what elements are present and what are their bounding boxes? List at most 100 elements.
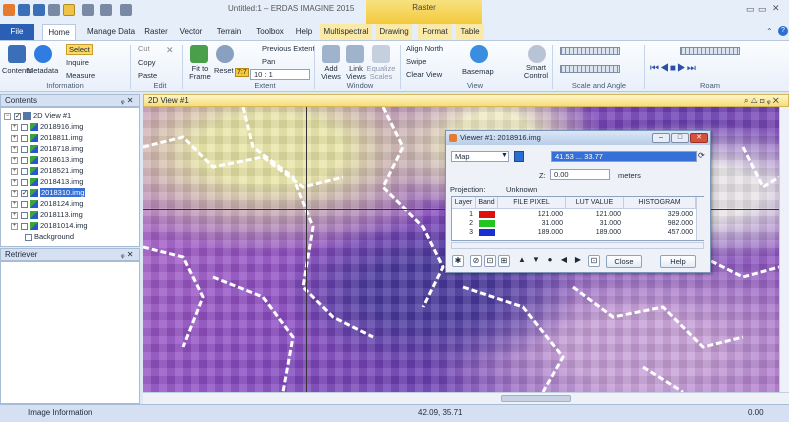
paste-button[interactable]: Paste [138,71,157,80]
tab-terrain[interactable]: Terrain [210,24,248,40]
contents-icon[interactable] [8,45,26,63]
save-icon[interactable] [33,4,45,16]
smart-control-icon[interactable] [528,45,546,63]
move-up-icon[interactable]: ▲ [516,255,528,267]
tab-format[interactable]: Format [418,24,452,40]
lock-icon[interactable]: ⊡ [484,255,496,267]
smart-control-button[interactable]: Smart Control [522,64,550,80]
cut-button[interactable]: Cut [138,44,150,53]
tab-table[interactable]: Table [456,24,484,40]
tab-file[interactable]: File [0,24,34,40]
inquire-button[interactable]: Inquire [66,58,89,67]
basemap-icon[interactable] [470,45,488,63]
expand-icon[interactable]: + [11,145,18,153]
metadata-button[interactable]: Metadata [27,66,58,75]
swipe-button[interactable]: Swipe [406,57,426,66]
angle-slider[interactable] [560,65,620,73]
layer-checkbox[interactable] [21,189,28,197]
refresh-icon[interactable]: ⟳ [698,151,705,160]
collapse-ribbon-icon[interactable]: ⌃ [766,27,773,36]
add-views-button[interactable]: Add Views [318,65,344,81]
edit-icon[interactable] [120,4,132,16]
link-views-icon[interactable] [346,45,364,63]
tab-raster[interactable]: Raster [140,24,172,40]
previous-extent-button[interactable]: Previous Extent [262,44,315,53]
expand-icon[interactable]: + [11,200,18,208]
fit-to-frame-button[interactable]: Fit to Frame [186,65,214,81]
expand-icon[interactable]: + [11,167,18,175]
layer-checkbox[interactable] [21,167,28,175]
add-views-icon[interactable] [322,45,340,63]
close-button[interactable]: Close [606,255,642,268]
dialog-close-icon[interactable]: ✕ [690,133,708,143]
dialog-minimize-icon[interactable]: – [652,133,670,143]
layer-checkbox[interactable] [21,145,28,153]
scroll-thumb[interactable] [501,395,571,402]
view-tab-title[interactable]: 2D View #1 [148,96,189,105]
fit-to-frame-icon[interactable] [190,45,208,63]
layer-checkbox[interactable] [21,156,28,164]
expand-icon[interactable]: + [11,189,18,197]
help-button[interactable]: Help [660,255,696,268]
tree-layer-1[interactable]: +2018811.img [11,132,83,143]
zoom-out-icon[interactable] [100,4,112,16]
restore-icon[interactable]: ▭ [758,4,767,15]
scale-field[interactable]: 10 : 1 [250,69,310,80]
tree-layer-9[interactable]: +20181014.img [11,220,88,231]
minimize-icon[interactable]: ▭ [746,4,755,15]
help-icon[interactable]: ? [778,26,788,36]
expand-icon[interactable]: + [11,222,18,230]
select-tool-icon[interactable] [63,4,75,16]
expand-icon[interactable]: + [11,123,18,131]
layer-checkbox[interactable] [21,222,28,230]
pane-pin-icon[interactable]: ᵩ ✕ [121,249,133,260]
equalize-scales-button[interactable]: Equalize Scales [366,65,396,81]
select-button[interactable]: Select [66,44,93,55]
tree-layer-8[interactable]: +2018113.img [11,209,83,220]
tab-manage-data[interactable]: Manage Data [84,24,138,40]
zoom-icon[interactable] [82,4,94,16]
table-hscrollbar[interactable] [451,242,704,249]
z-field[interactable]: 0.00 [550,169,610,180]
tree-layer-7[interactable]: +2018124.img [11,198,83,209]
tree-layer-4[interactable]: +2018521.img [11,165,83,176]
pin-location-icon[interactable]: ⊡ [588,255,600,267]
layer-checkbox[interactable] [21,200,28,208]
view-tab-controls[interactable]: ⌕ △ ⊡ ᵩ ✕ [744,95,779,106]
tab-help[interactable]: Help [290,24,318,40]
measure-button[interactable]: Measure [66,71,95,80]
move-left-icon[interactable]: ◀ [558,255,570,267]
layer-checkbox[interactable] [21,123,28,131]
table-scrollbar[interactable] [696,197,704,240]
pan-button[interactable]: Pan [262,57,275,66]
delete-icon[interactable]: ✕ [166,45,174,56]
vertical-scrollbar[interactable] [779,107,789,392]
dialog-maximize-icon[interactable]: □ [671,133,689,143]
undo-icon[interactable] [48,4,60,16]
reset-icon[interactable] [216,45,234,63]
pane-pin-icon[interactable]: ᵩ ✕ [121,95,133,106]
tree-root[interactable]: −2D View #1 [4,110,71,121]
reset-button[interactable]: Reset [214,66,234,75]
copy-button[interactable]: Copy [138,58,156,67]
inquire-cursor-icon[interactable]: ✱ [452,255,464,267]
link-icon[interactable]: ⊘ [470,255,482,267]
expand-icon[interactable]: + [11,134,18,142]
tab-vector[interactable]: Vector [174,24,208,40]
close-icon[interactable]: ✕ [772,3,780,14]
chevron-down-icon[interactable]: ▼ [501,152,508,159]
tree-background[interactable]: Background [25,231,74,242]
tab-drawing[interactable]: Drawing [376,24,412,40]
tree-layer-2[interactable]: +2018718.img [11,143,83,154]
move-right-icon[interactable]: ▶ [572,255,584,267]
horizontal-scrollbar[interactable] [143,392,789,404]
align-north-button[interactable]: Align North [406,44,443,53]
clear-view-button[interactable]: Clear View [406,70,442,79]
expand-icon[interactable]: + [11,211,18,219]
layer-checkbox[interactable] [21,178,28,186]
roam-controls[interactable]: ⏮◀■▶⏭ [650,63,697,74]
equalize-scales-icon[interactable] [372,45,390,63]
tree-layer-6[interactable]: +2018310.img [11,187,86,198]
center-icon[interactable]: ● [544,255,556,267]
coordinate-input[interactable]: 41.53 ... 33.77 [551,151,697,162]
